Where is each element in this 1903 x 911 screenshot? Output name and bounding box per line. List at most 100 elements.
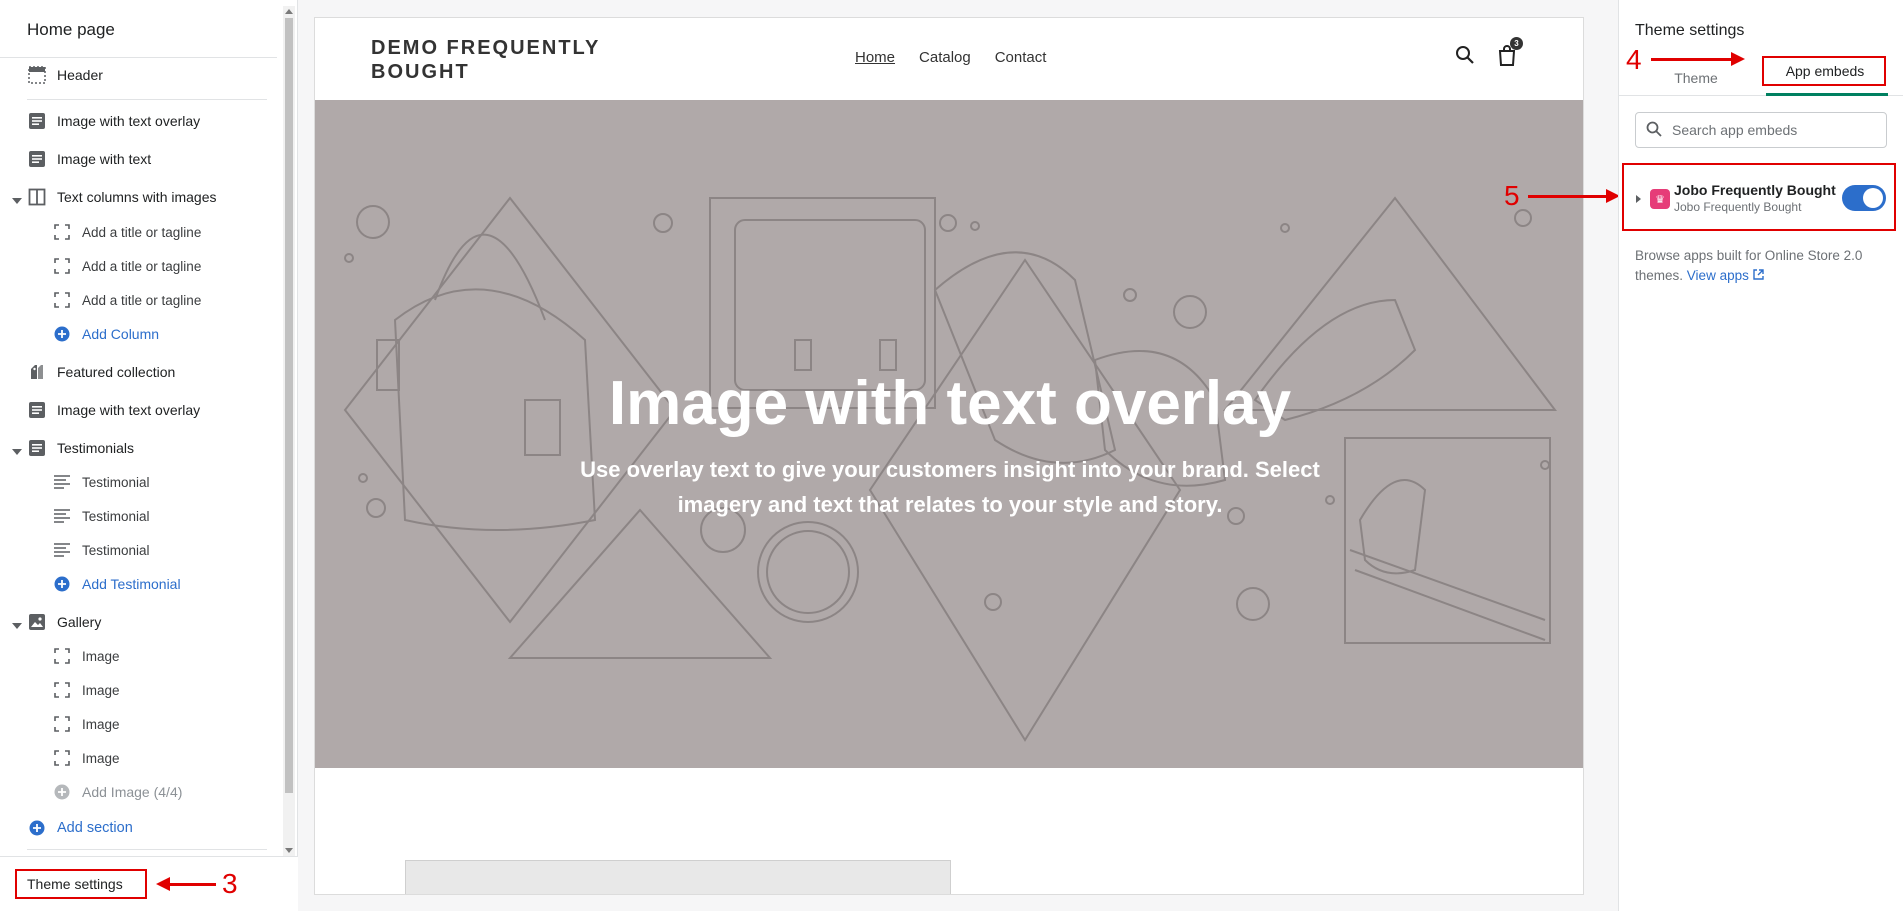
section-testimonials[interactable]: Testimonials [27, 433, 134, 463]
plus-circle-icon [27, 818, 47, 838]
collapse-caret-icon[interactable] [12, 449, 22, 455]
scroll-up-arrow-icon[interactable] [285, 9, 293, 14]
section-image-with-text[interactable]: Image with text [27, 144, 151, 174]
add-image-button: Add Image (4/4) [52, 777, 182, 807]
sidebar-footer: Theme settings [0, 856, 298, 911]
block-image[interactable]: Image [52, 675, 120, 705]
plus-circle-icon [52, 782, 72, 802]
note-text: Browse apps built for Online Store 2.0 t… [1635, 248, 1863, 283]
add-testimonial-button[interactable]: Add Testimonial [52, 569, 181, 599]
browse-apps-note: Browse apps built for Online Store 2.0 t… [1635, 246, 1885, 286]
dashed-block-icon [52, 222, 72, 242]
hero-image-overlay[interactable]: Image with text overlay Use overlay text… [315, 100, 1583, 768]
block-testimonial[interactable]: Testimonial [52, 501, 150, 531]
text-block-icon [27, 400, 47, 420]
section-gallery[interactable]: Gallery [27, 607, 101, 637]
divider [27, 849, 267, 850]
block-label: Testimonial [82, 542, 150, 558]
columns-icon [27, 187, 47, 207]
text-lines-icon [52, 472, 72, 492]
block-testimonial[interactable]: Testimonial [52, 467, 150, 497]
section-label: Header [57, 67, 103, 83]
block-label: Add a title or tagline [82, 292, 202, 308]
nav-contact-link[interactable]: Contact [995, 49, 1047, 66]
text-block-icon [27, 111, 47, 131]
app-embed-toggle[interactable] [1842, 185, 1886, 211]
text-block-icon [27, 149, 47, 169]
block-title-tagline[interactable]: Add a title or tagline [52, 217, 201, 247]
text-lines-icon [52, 506, 72, 526]
image-icon [27, 612, 47, 632]
section-header[interactable]: Header [27, 60, 103, 90]
cart-icon[interactable]: 3 [1497, 37, 1523, 71]
view-apps-link[interactable]: View apps [1687, 268, 1749, 283]
nav-catalog-link[interactable]: Catalog [919, 49, 971, 66]
search-icon [1646, 121, 1662, 140]
toggle-knob [1863, 188, 1883, 208]
section-label: Gallery [57, 614, 102, 630]
jobo-app-logo-icon: ♛ [1650, 189, 1670, 209]
text-lines-icon [52, 540, 72, 560]
section-label: Image with text [57, 151, 152, 167]
block-label: Image [82, 716, 120, 732]
plus-circle-icon [52, 574, 72, 594]
store-nav: Home Catalog Contact [855, 49, 1046, 66]
block-testimonial[interactable]: Testimonial [52, 535, 150, 565]
view-apps-label: View apps [1686, 268, 1749, 283]
block-image[interactable]: Image [52, 709, 120, 739]
collapse-caret-icon[interactable] [12, 623, 22, 629]
section-label: Testimonials [57, 440, 135, 456]
add-column-button[interactable]: Add Column [52, 319, 159, 349]
section-featured-collection[interactable]: Featured collection [27, 357, 175, 387]
expand-caret-icon[interactable] [1636, 195, 1641, 203]
search-input[interactable] [1672, 122, 1882, 138]
header-layout-icon [27, 65, 47, 85]
section-image-with-text-overlay[interactable]: Image with text overlay [27, 395, 200, 425]
scroll-down-arrow-icon[interactable] [285, 848, 293, 853]
dashed-block-icon [52, 290, 72, 310]
add-label: Add section [57, 820, 133, 836]
section-image-with-text-overlay[interactable]: Image with text overlay [27, 106, 200, 136]
section-label: Text columns with images [57, 189, 217, 205]
block-image[interactable]: Image [52, 743, 120, 773]
external-link-icon [1752, 268, 1764, 283]
dashed-block-icon [52, 748, 72, 768]
store-logo[interactable]: DEMO FREQUENTLY BOUGHT [371, 36, 631, 84]
add-label: Add Image (4/4) [82, 784, 183, 800]
annotation-arrow-5 [1528, 189, 1620, 203]
active-tab-underline [1766, 93, 1888, 96]
sidebar-scrollbar[interactable] [283, 6, 295, 856]
theme-settings-button[interactable]: Theme settings [15, 869, 147, 899]
nav-home-link[interactable]: Home [855, 49, 895, 66]
block-label: Testimonial [82, 474, 150, 490]
sidebar-title: Home page [0, 0, 277, 58]
next-section-placeholder [405, 860, 951, 894]
add-section-button[interactable]: Add section [27, 813, 133, 843]
store-header: DEMO FREQUENTLY BOUGHT Home Catalog Cont… [315, 18, 1583, 100]
tab-app-embeds[interactable]: App embeds [1766, 56, 1884, 86]
dashed-block-icon [52, 714, 72, 734]
panel-tabs: Theme App embeds [1619, 56, 1903, 96]
dashed-block-icon [52, 256, 72, 276]
dashed-block-icon [52, 646, 72, 666]
block-title-tagline[interactable]: Add a title or tagline [52, 285, 201, 315]
scrollbar-thumb[interactable] [285, 18, 293, 793]
tab-theme[interactable]: Theme [1641, 62, 1751, 94]
search-field[interactable] [1635, 112, 1887, 148]
block-title-tagline[interactable]: Add a title or tagline [52, 251, 201, 281]
collapse-caret-icon[interactable] [12, 198, 22, 204]
app-subtitle: Jobo Frequently Bought [1674, 200, 1802, 214]
panel-title: Theme settings [1635, 22, 1745, 39]
block-label: Image [82, 648, 120, 664]
app-embed-card[interactable]: ♛ Jobo Frequently Bought Jobo Frequently… [1622, 163, 1896, 231]
add-label: Add Column [82, 326, 160, 342]
search-icon[interactable] [1455, 45, 1475, 70]
hero-text: Use overlay text to give your customers … [580, 457, 1320, 517]
section-text-columns-with-images[interactable]: Text columns with images [27, 182, 217, 212]
block-label: Add a title or tagline [82, 224, 202, 240]
sections-sidebar: Home page Header Image with text overlay [0, 0, 298, 911]
text-block-icon [27, 438, 47, 458]
block-image[interactable]: Image [52, 641, 120, 671]
dashed-block-icon [52, 680, 72, 700]
app-name: Jobo Frequently Bought [1674, 182, 1836, 198]
